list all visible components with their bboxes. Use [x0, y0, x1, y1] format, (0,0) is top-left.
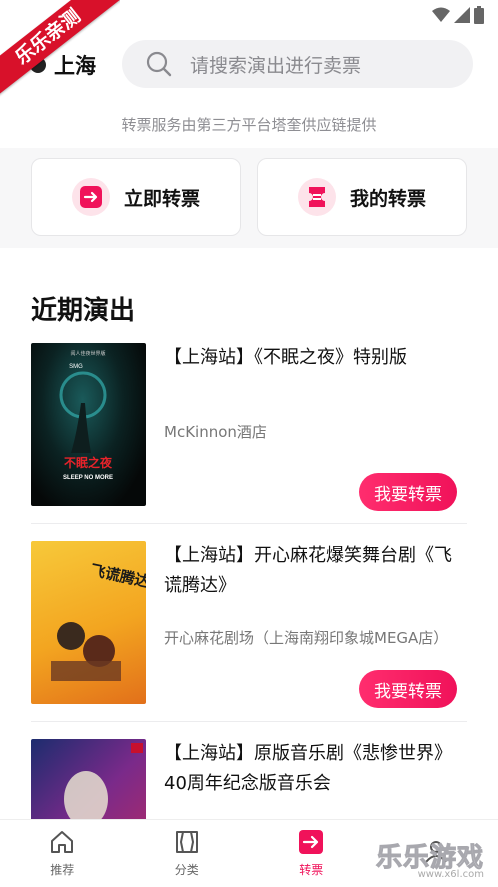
- battery-icon: [474, 6, 484, 24]
- ribbon-text: 乐乐亲测: [0, 0, 120, 105]
- transfer-now-button[interactable]: 立即转票: [31, 158, 241, 236]
- poster-main-text: 不眠之夜: [64, 455, 113, 470]
- watermark: 乐乐游戏 www.x6l.com: [375, 833, 494, 883]
- search-placeholder: 请搜索演出进行卖票: [190, 54, 362, 77]
- tab-transfer[interactable]: 转票: [249, 820, 374, 887]
- show-venue: 开心麻花剧场（上海南翔印象城MEGA店）: [164, 629, 449, 647]
- list-item[interactable]: 【上海站】原版音乐剧《悲惨世界》40周年纪念版音乐会: [31, 739, 467, 887]
- sell-ticket-button[interactable]: 我要转票: [359, 473, 457, 511]
- sell-ticket-button[interactable]: 我要转票: [359, 670, 457, 708]
- show-title: 【上海站】开心麻花爆笑舞台剧《飞谎腾达》: [164, 545, 452, 596]
- corner-ribbon: 乐乐亲测: [0, 0, 120, 110]
- tab-category[interactable]: 分类: [125, 820, 250, 887]
- show-title: 【上海站】《不眠之夜》特别版: [164, 347, 407, 368]
- show-title: 【上海站】原版音乐剧《悲惨世界》40周年纪念版音乐会: [164, 743, 452, 794]
- ticket-icon: [297, 178, 336, 216]
- poster-art: 阅人佳夜世界版 SMG 不眠之夜 SLEEP NO MORE: [59, 350, 113, 481]
- my-transfers-button[interactable]: 我的转票: [257, 158, 467, 236]
- tab-recommend[interactable]: 推荐: [0, 820, 125, 887]
- actions-band: 立即转票 我的转票: [0, 148, 498, 248]
- list-item[interactable]: 阅人佳夜世界版 SMG 不眠之夜 SLEEP NO MORE 【上海站】《不眠之…: [31, 343, 467, 511]
- category-icon: [175, 831, 198, 853]
- poster-art: 飞谎腾达: [51, 561, 146, 681]
- tab-label: 分类: [174, 863, 199, 877]
- poster-sub-text: SLEEP NO MORE: [63, 475, 113, 481]
- search-icon: [146, 51, 172, 77]
- show-poster: 阅人佳夜世界版 SMG 不眠之夜 SLEEP NO MORE: [31, 343, 146, 506]
- search-bar[interactable]: 请搜索演出进行卖票: [122, 40, 473, 88]
- status-icons: [432, 6, 484, 24]
- divider: [31, 523, 467, 524]
- signal-icon: [454, 7, 470, 23]
- arrow-right-icon: [71, 178, 110, 216]
- tab-label: 转票: [299, 863, 324, 877]
- home-icon: [51, 831, 74, 853]
- my-transfers-label: 我的转票: [349, 187, 426, 210]
- show-venue: McKinnon酒店: [164, 423, 267, 441]
- section-title: 近期演出: [31, 296, 136, 326]
- watermark-url: www.x6l.com: [417, 869, 484, 880]
- poster-main-text: 飞谎腾达: [89, 561, 146, 591]
- poster-top-text: 阅人佳夜世界版: [70, 350, 105, 357]
- wifi-icon: [432, 7, 450, 22]
- divider: [31, 721, 467, 722]
- show-poster: 飞谎腾达: [31, 541, 146, 704]
- list-item[interactable]: 飞谎腾达 【上海站】开心麻花爆笑舞台剧《飞谎腾达》 开心麻花剧场（上海南翔印象城…: [31, 541, 467, 708]
- poster-logo: SMG: [69, 364, 83, 370]
- transfer-icon: [299, 830, 324, 854]
- service-notice: 转票服务由第三方平台塔奎供应链提供: [121, 116, 377, 134]
- transfer-now-label: 立即转票: [123, 187, 200, 210]
- tab-label: 推荐: [50, 863, 75, 877]
